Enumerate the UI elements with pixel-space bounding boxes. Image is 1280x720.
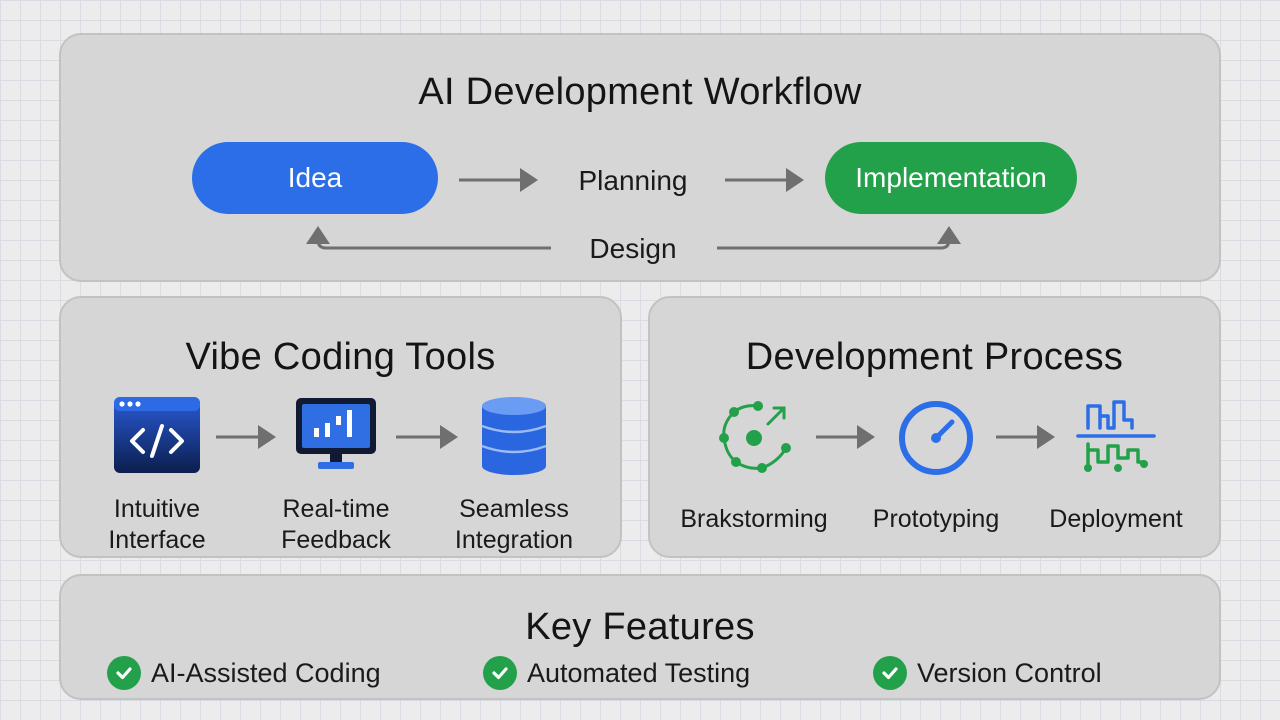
features-title: Key Features	[525, 606, 755, 648]
features-panel: Key Features AI-Assisted Coding Automate…	[59, 574, 1221, 700]
feature-version-control: Version Control	[873, 656, 1102, 690]
arrow-design-to-implementation	[717, 226, 961, 250]
process-label-deployment: Deployment	[1049, 505, 1183, 533]
feature-label: AI-Assisted Coding	[151, 657, 381, 688]
workflow-arrows	[306, 168, 961, 250]
feature-ai-assisted-coding: AI-Assisted Coding	[107, 656, 381, 690]
process-label-brainstorming: Brakstorming	[680, 505, 828, 533]
tool-label-realtime-feedback: Real-time Feedback	[281, 495, 391, 554]
arrow-design-to-idea	[306, 226, 551, 250]
feature-label: Automated Testing	[527, 657, 751, 688]
tool-label-seamless-integration: Seamless Integration	[454, 495, 574, 554]
process-panel: Development Process Brakstorming Prototy…	[648, 296, 1221, 558]
check-circle-icon	[873, 656, 907, 690]
check-circle-icon	[107, 656, 141, 690]
check-circle-icon	[483, 656, 517, 690]
feature-label: Version Control	[917, 657, 1102, 688]
feature-automated-testing: Automated Testing	[483, 656, 750, 690]
workflow-panel: AI Development Workflow Idea Planning Im…	[59, 33, 1221, 282]
tools-panel: Vibe Coding Tools Intuitive Interface Re…	[59, 296, 622, 558]
tool-label-intuitive-interface: Intuitive Interface	[108, 495, 206, 554]
process-label-prototyping: Prototyping	[872, 505, 1000, 533]
